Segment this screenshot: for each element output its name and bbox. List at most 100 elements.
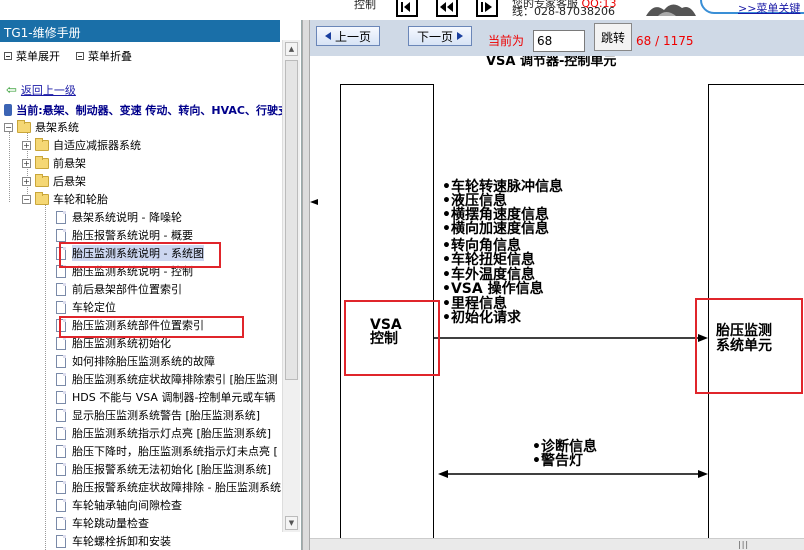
arrow-right-icon — [457, 32, 463, 40]
folder-icon — [17, 119, 31, 133]
tree-label: 前悬架 — [53, 157, 86, 170]
scrollbar-thumb[interactable] — [285, 60, 298, 380]
control-label: 控制 — [354, 0, 376, 11]
tree-label: 自适应减振器系统 — [53, 139, 141, 152]
support-phone: 线：028-87038206 — [512, 5, 615, 18]
tree-doc[interactable]: 车轮螺栓拆卸和安装 — [56, 532, 171, 550]
document-icon — [56, 372, 66, 386]
tree-folder-front-suspension[interactable]: + 前悬架 — [22, 154, 86, 172]
tree-folder-suspension[interactable]: − 悬架系统 — [4, 118, 79, 136]
highlight-box-tpms — [695, 298, 803, 394]
go-page-button[interactable]: 跳转 — [594, 23, 632, 51]
next-page-label: 下一页 — [416, 29, 453, 44]
tree-folder-adaptive-damper[interactable]: + 自适应减振器系统 — [22, 136, 141, 154]
tree-label: 后悬架 — [53, 175, 86, 188]
document-icon — [56, 480, 66, 494]
back-arrow-icon: ⇦ — [6, 82, 17, 98]
tree-label: 胎压监测系统症状故障排除索引 [胎压监测 — [72, 373, 278, 386]
signal-warning-lamp: •警告灯 — [532, 453, 583, 469]
panel-splitter[interactable] — [302, 20, 310, 550]
document-icon — [56, 426, 66, 440]
tree-doc[interactable]: 胎压报警系统无法初始化 [胎压监测系统] — [56, 460, 271, 478]
document-icon — [56, 408, 66, 422]
scroll-up-icon[interactable]: ▲ — [285, 42, 298, 56]
document-icon — [56, 228, 66, 242]
current-path-text: 当前:悬架、制动器、变速 传动、转向、HVAC、行驶支持 — [16, 104, 300, 117]
document-icon — [56, 390, 66, 404]
collapse-node-icon[interactable]: − — [22, 194, 31, 204]
tree-label: 车轮跳动量检查 — [72, 517, 149, 530]
collapse-icon — [76, 52, 84, 60]
top-strip: 控制 您的专家客服 QQ:13 线：028-87038206 >>菜单关键 — [0, 0, 804, 20]
expand-node-icon[interactable]: + — [22, 158, 31, 168]
tree-label: 车轮和轮胎 — [53, 193, 108, 206]
expand-menu-button[interactable]: 菜单展开 — [4, 48, 60, 64]
tree-label: 悬架系统 — [35, 121, 79, 134]
tree-doc[interactable]: 胎压监测系统症状故障排除索引 [胎压监测 — [56, 370, 278, 388]
collapse-menu-label: 菜单折叠 — [88, 50, 132, 63]
tree-label: 胎压下降时，胎压监测系统指示灯未点亮 [ — [72, 445, 278, 458]
tree-label: 显示胎压监测系统警告 [胎压监测系统] — [72, 409, 261, 422]
tree-label: 胎压报警系统说明 - 概要 — [72, 229, 193, 242]
document-icon — [56, 444, 66, 458]
tree-label: 胎压监测系统指示灯点亮 [胎压监测系统] — [72, 427, 272, 440]
tree-folder-rear-suspension[interactable]: + 后悬架 — [22, 172, 86, 190]
tree-label: 胎压报警系统症状故障排除 - 胎压监测系统 — [72, 481, 281, 494]
tree-label: 车轮轴承轴向间隙检查 — [72, 499, 182, 512]
tree-doc[interactable]: 车轮轴承轴向间隙检查 — [56, 496, 182, 514]
expand-node-icon[interactable]: + — [22, 176, 31, 186]
current-path: 当前:悬架、制动器、变速 传动、转向、HVAC、行驶支持 — [4, 102, 300, 118]
left-panel: TG1-维修手册 菜单展开 菜单折叠 ⇦ 返回上一级 当前:悬架、制动器、变速 … — [0, 20, 302, 550]
page-number-input[interactable] — [533, 30, 585, 52]
first-page-icon[interactable] — [396, 0, 418, 17]
tree-label: 前后悬架部件位置索引 — [72, 283, 182, 296]
manual-title: TG1-维修手册 — [0, 20, 280, 42]
expand-node-icon[interactable]: + — [22, 140, 31, 150]
collapse-menu-button[interactable]: 菜单折叠 — [76, 48, 132, 64]
mascot-icon — [646, 4, 696, 16]
right-horizontal-scrollbar[interactable]: ||| — [310, 538, 804, 550]
scroll-down-icon[interactable]: ▼ — [285, 516, 298, 530]
folder-icon — [35, 155, 49, 169]
rewind-icon[interactable] — [436, 0, 458, 17]
document-icon — [56, 300, 66, 314]
tree-label: 胎压报警系统无法初始化 [胎压监测系统] — [72, 463, 272, 476]
tree-doc[interactable]: 显示胎压监测系统警告 [胎压监测系统] — [56, 406, 260, 424]
highlight-box-component-index — [59, 316, 244, 338]
tree-doc[interactable]: 前后悬架部件位置索引 — [56, 280, 182, 298]
arrow-left-icon — [324, 32, 331, 40]
back-link[interactable]: 返回上一级 — [21, 82, 76, 98]
current-page-label: 当前为 — [488, 34, 525, 48]
document-icon — [56, 498, 66, 512]
location-icon — [4, 104, 13, 116]
document-icon — [56, 534, 66, 548]
page-count: 68 / 1175 — [636, 34, 694, 48]
tree-doc[interactable]: 悬架系统说明 - 降噪轮 — [56, 208, 182, 226]
highlight-box-vsa — [344, 300, 440, 376]
expand-menu-label: 菜单展开 — [16, 50, 60, 63]
left-scrollbar[interactable]: ▲ ▼ — [282, 40, 300, 532]
tree-doc[interactable]: 胎压下降时，胎压监测系统指示灯未点亮 [ — [56, 442, 278, 460]
tree-doc[interactable]: 胎压报警系统症状故障排除 - 胎压监测系统 — [56, 478, 281, 496]
tree-folder-wheels-tires[interactable]: − 车轮和轮胎 — [22, 190, 108, 208]
highlight-box-system-diagram — [59, 242, 221, 268]
collapse-node-icon[interactable]: − — [4, 122, 13, 132]
play-icon[interactable] — [476, 0, 498, 17]
document-icon — [56, 354, 66, 368]
menu-keyword-search-link[interactable]: >>菜单关键 — [738, 0, 800, 16]
tree-doc[interactable]: HDS 不能与 VSA 调制器-控制单元或车辆 — [56, 388, 275, 406]
scroll-grip-icon[interactable]: ||| — [738, 540, 749, 549]
tree-doc[interactable]: 如何排除胎压监测系统的故障 — [56, 352, 215, 370]
page-navigation: 上一页 下一页 当前为 跳转 68 / 1175 — [310, 20, 804, 56]
tree-doc[interactable]: 胎压监测系统指示灯点亮 [胎压监测系统] — [56, 424, 271, 442]
tree-doc[interactable]: 车轮跳动量检查 — [56, 514, 149, 532]
folder-icon — [35, 191, 49, 205]
back-link-row: ⇦ 返回上一级 — [6, 82, 76, 98]
tree-label: 悬架系统说明 - 降噪轮 — [72, 211, 182, 224]
tree-doc[interactable]: 车轮定位 — [56, 298, 116, 316]
prev-page-button[interactable]: 上一页 — [316, 26, 380, 46]
folder-icon — [35, 137, 49, 151]
next-page-button[interactable]: 下一页 — [408, 26, 472, 46]
right-panel: 上一页 下一页 当前为 跳转 68 / 1175 VSA 调节器-控制单元 VS… — [310, 20, 804, 550]
folder-icon — [35, 173, 49, 187]
